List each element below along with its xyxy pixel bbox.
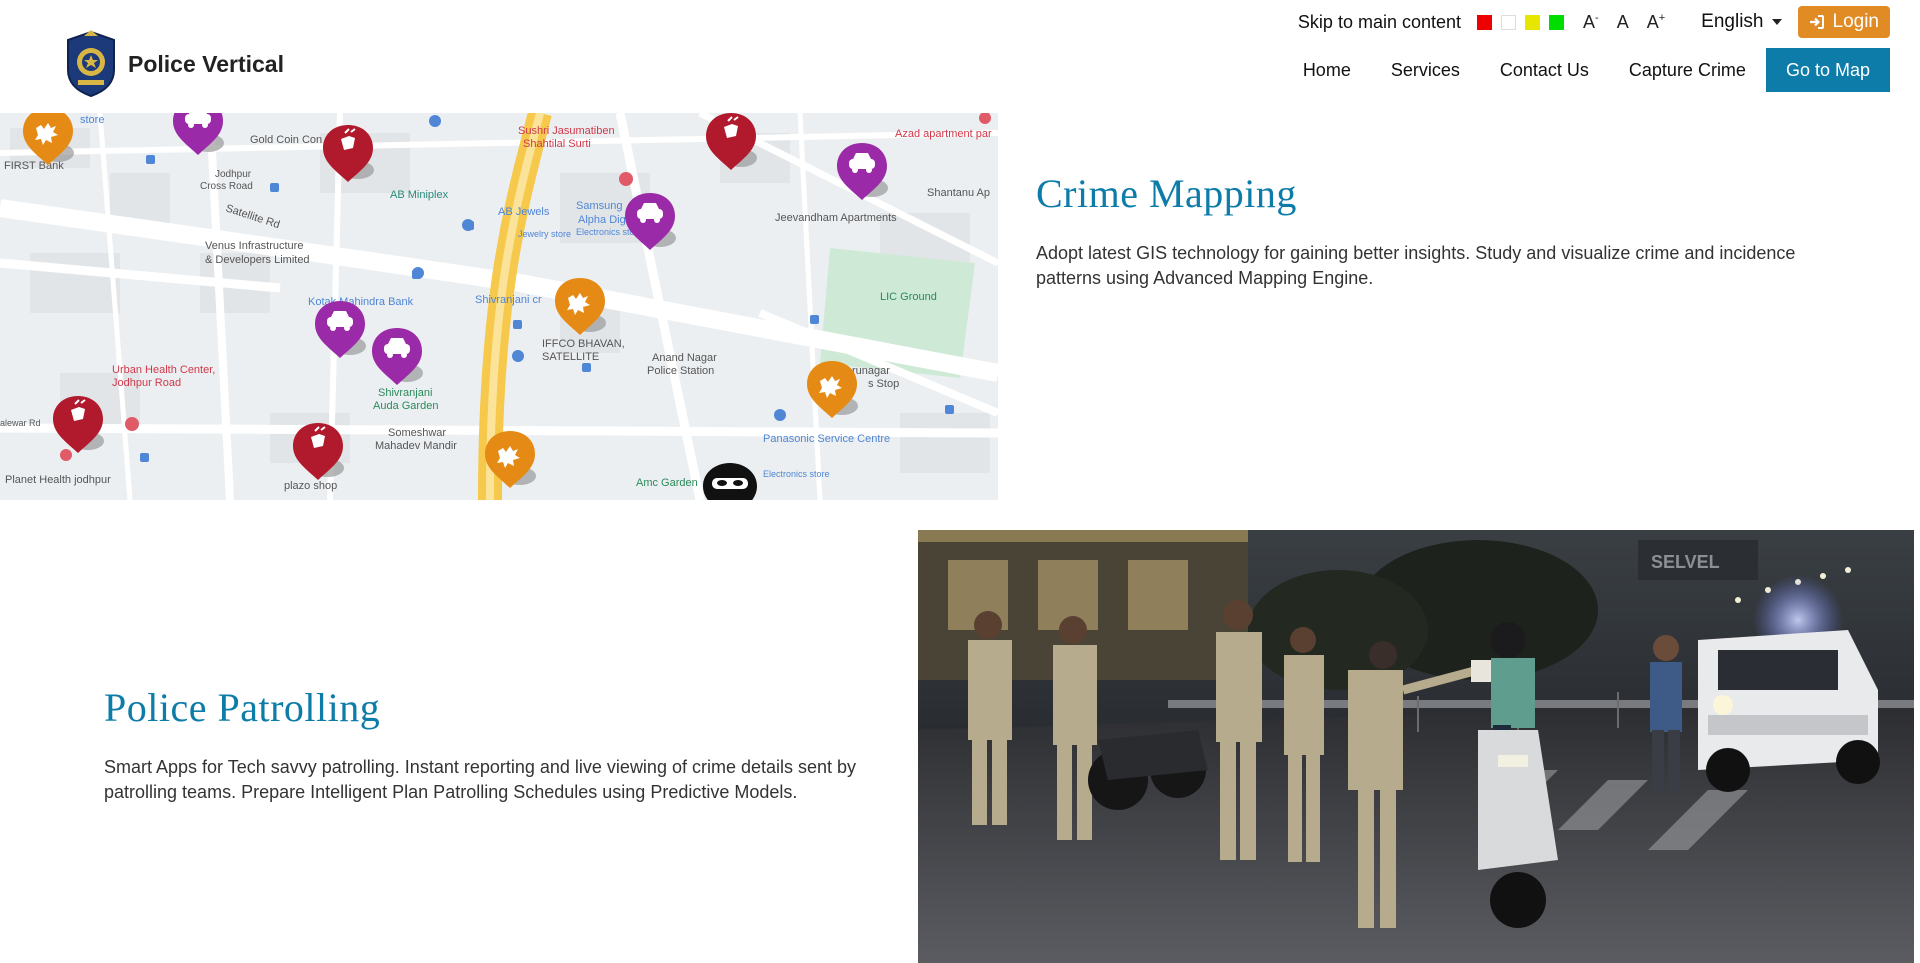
map-label-alewar-rd: alewar Rd bbox=[0, 418, 41, 428]
login-button[interactable]: Login bbox=[1797, 6, 1890, 38]
map-label-anand-nagar-2: Police Station bbox=[647, 365, 714, 377]
crime-mapping-title: Crime Mapping bbox=[1036, 171, 1297, 216]
map-label-gold-coin: Gold Coin Con bbox=[250, 134, 322, 146]
map-label-urban-health: Urban Health Center, bbox=[112, 364, 215, 376]
utility-bar: Skip to main content A- A A+ English Log… bbox=[1298, 6, 1890, 38]
map-label-sushri: Sushri Jasumatiben bbox=[518, 125, 615, 137]
font-increase-button[interactable]: A+ bbox=[1647, 12, 1665, 33]
map-label-ab-jewels: AB Jewels bbox=[498, 206, 550, 218]
language-dropdown[interactable]: English bbox=[1701, 11, 1782, 33]
nav-capture-crime[interactable]: Capture Crime bbox=[1629, 60, 1746, 81]
map-label-iffco: IFFCO BHAVAN, bbox=[542, 338, 625, 350]
go-to-map-button[interactable]: Go to Map bbox=[1765, 48, 1890, 92]
police-patrolling-photo: SELVEL bbox=[918, 530, 1914, 963]
map-label-shivranjani-cross: Shivranjani cr bbox=[475, 294, 542, 306]
font-decrease-letter: A bbox=[1583, 11, 1596, 32]
map-label-ab-miniplex: AB Miniplex bbox=[390, 189, 449, 201]
map-label-jodhpur-cross-2: Cross Road bbox=[200, 181, 253, 192]
white-theme-swatch[interactable] bbox=[1501, 14, 1517, 30]
map-label-s-stop: s Stop bbox=[868, 378, 899, 390]
patrolling-photo-svg: SELVEL bbox=[918, 530, 1914, 963]
map-label-someshwar: Someshwar bbox=[388, 427, 446, 439]
police-patrolling-title: Police Patrolling bbox=[104, 685, 381, 730]
crime-map-svg: Gold Coin Con store FIRST Bank Jodhpur C… bbox=[0, 113, 998, 500]
font-decrease-button[interactable]: A- bbox=[1583, 12, 1599, 33]
login-label: Login bbox=[1832, 11, 1880, 32]
map-label-jodhpur-cross: Jodhpur bbox=[215, 169, 252, 180]
crime-mapping-section: Crime Mapping Adopt latest GIS technolog… bbox=[1036, 170, 1836, 291]
police-patrolling-section: Police Patrolling Smart Apps for Tech sa… bbox=[104, 684, 904, 805]
map-label-sushri-2: Shahtilal Surti bbox=[523, 138, 591, 150]
font-increase-sign: + bbox=[1658, 11, 1666, 24]
map-label-shivranjani: Shivranjani bbox=[378, 387, 432, 399]
map-label-azad: Azad apartment par bbox=[895, 128, 992, 140]
red-theme-swatch[interactable] bbox=[1477, 14, 1493, 30]
skip-to-main-content-link[interactable]: Skip to main content bbox=[1298, 12, 1461, 33]
brand-title: Police Vertical bbox=[128, 50, 284, 77]
crime-map-image: Gold Coin Con store FIRST Bank Jodhpur C… bbox=[0, 113, 998, 500]
map-label-venus: Venus Infrastructure bbox=[205, 240, 303, 252]
nav-services[interactable]: Services bbox=[1391, 60, 1460, 81]
map-label-shantanu: Shantanu Ap bbox=[927, 187, 990, 199]
brand[interactable]: Police Vertical bbox=[64, 30, 284, 98]
yellow-theme-swatch[interactable] bbox=[1525, 14, 1541, 30]
font-increase-letter: A bbox=[1646, 11, 1659, 32]
map-label-mahadev: Mahadev Mandir bbox=[375, 440, 457, 452]
map-label-lic-ground: LIC Ground bbox=[880, 291, 937, 303]
font-normal-button[interactable]: A bbox=[1617, 12, 1629, 33]
map-label-electronics-store-2: Electronics store bbox=[763, 469, 830, 479]
map-label-urban-health-2: Jodhpur Road bbox=[112, 377, 181, 389]
map-label-venus-2: & Developers Limited bbox=[205, 254, 310, 266]
chevron-down-icon bbox=[1771, 19, 1782, 25]
gujarat-police-emblem-logo bbox=[67, 30, 115, 98]
main-nav: Home Services Contact Us Capture Crime G… bbox=[1263, 48, 1890, 92]
map-label-iffco-2: SATELLITE bbox=[542, 351, 599, 363]
map-label-samsung: Samsung bbox=[576, 200, 622, 212]
sign-in-icon bbox=[1809, 15, 1824, 29]
map-label-anand-nagar: Anand Nagar bbox=[652, 352, 717, 364]
map-label-plazo: plazo shop bbox=[284, 480, 337, 492]
font-decrease-sign: - bbox=[1595, 11, 1599, 24]
nav-contact-us[interactable]: Contact Us bbox=[1500, 60, 1589, 81]
police-patrolling-description: Smart Apps for Tech savvy patrolling. In… bbox=[104, 757, 857, 802]
map-label-amc-garden: Amc Garden bbox=[636, 477, 698, 489]
map-label-auda-garden: Auda Garden bbox=[373, 400, 438, 412]
nav-home[interactable]: Home bbox=[1303, 60, 1351, 81]
map-label-panasonic: Panasonic Service Centre bbox=[763, 433, 890, 445]
green-theme-swatch[interactable] bbox=[1549, 14, 1565, 30]
photo-billboard-text: SELVEL bbox=[1651, 552, 1720, 572]
map-label-runagar: runagar bbox=[852, 365, 890, 377]
map-label-store: store bbox=[80, 114, 104, 126]
language-label: English bbox=[1701, 11, 1764, 32]
map-label-planet-health: Planet Health jodhpur bbox=[5, 474, 111, 486]
crime-mapping-description: Adopt latest GIS technology for gaining … bbox=[1036, 243, 1796, 288]
map-label-jeevandham: Jeevandham Apartments bbox=[775, 212, 897, 224]
map-label-jewelry-store: Jewelry store bbox=[518, 229, 571, 239]
